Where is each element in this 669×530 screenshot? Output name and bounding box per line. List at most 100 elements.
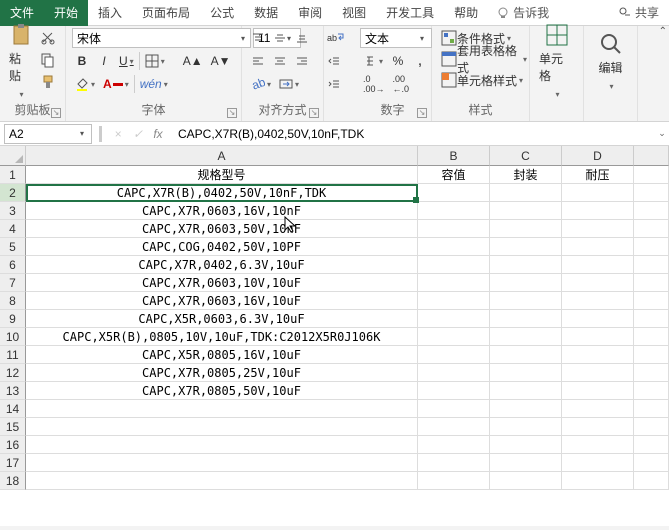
cell-blank-8[interactable] bbox=[634, 292, 669, 310]
row-header-3[interactable]: 3 bbox=[0, 202, 26, 220]
number-dialog-launcher[interactable]: ↘ bbox=[417, 108, 427, 118]
align-right-button[interactable] bbox=[292, 51, 312, 71]
percent-button[interactable]: % bbox=[388, 51, 408, 71]
cell-blank-13[interactable] bbox=[634, 382, 669, 400]
cell-styles-button[interactable]: 单元格样式 bbox=[438, 70, 530, 90]
cell-blank-10[interactable] bbox=[634, 328, 669, 346]
tab-review[interactable]: 审阅 bbox=[288, 0, 332, 26]
orientation-button[interactable]: ab bbox=[248, 74, 274, 94]
cell-C7[interactable] bbox=[490, 274, 562, 292]
name-box-input[interactable] bbox=[5, 127, 75, 141]
merge-button[interactable] bbox=[276, 74, 302, 94]
cell-B13[interactable] bbox=[418, 382, 490, 400]
cell-A12[interactable]: CAPC,X7R,0805,25V,10uF bbox=[26, 364, 418, 382]
format-as-table-button[interactable]: 套用表格格式 bbox=[438, 49, 530, 69]
alignment-dialog-launcher[interactable]: ↘ bbox=[309, 108, 319, 118]
cell-B3[interactable] bbox=[418, 202, 490, 220]
align-left-button[interactable] bbox=[248, 51, 268, 71]
cell-D15[interactable] bbox=[562, 418, 634, 436]
cell-D1[interactable]: 耐压 bbox=[562, 166, 634, 184]
row-header-12[interactable]: 12 bbox=[0, 364, 26, 382]
cell-D7[interactable] bbox=[562, 274, 634, 292]
format-painter-button[interactable] bbox=[37, 72, 59, 92]
align-top-button[interactable] bbox=[248, 28, 268, 48]
border-button[interactable] bbox=[142, 51, 168, 71]
cell-C8[interactable] bbox=[490, 292, 562, 310]
enter-formula-button[interactable]: ✓ bbox=[128, 127, 148, 141]
cancel-formula-button[interactable]: × bbox=[108, 127, 128, 141]
cell-D10[interactable] bbox=[562, 328, 634, 346]
cells-menu-button[interactable]: 单元格 bbox=[536, 28, 577, 94]
increase-font-button[interactable]: A▲ bbox=[180, 51, 206, 71]
row-header-11[interactable]: 11 bbox=[0, 346, 26, 364]
cell-blank-1[interactable] bbox=[634, 166, 669, 184]
name-box[interactable]: ▾ bbox=[4, 124, 92, 144]
phonetic-button[interactable]: wén bbox=[137, 74, 171, 94]
cell-A9[interactable]: CAPC,X5R,0603,6.3V,10uF bbox=[26, 310, 418, 328]
indent-increase-button[interactable] bbox=[324, 74, 344, 94]
cell-C14[interactable] bbox=[490, 400, 562, 418]
cell-D14[interactable] bbox=[562, 400, 634, 418]
tab-formulas[interactable]: 公式 bbox=[200, 0, 244, 26]
cell-B15[interactable] bbox=[418, 418, 490, 436]
row-header-6[interactable]: 6 bbox=[0, 256, 26, 274]
cell-D6[interactable] bbox=[562, 256, 634, 274]
insert-function-button[interactable]: fx bbox=[148, 127, 168, 141]
cell-B1[interactable]: 容值 bbox=[418, 166, 490, 184]
cell-A1[interactable]: 规格型号 bbox=[26, 166, 418, 184]
column-header-D[interactable]: D bbox=[562, 146, 634, 166]
editing-menu-button[interactable]: 编辑 bbox=[590, 28, 631, 94]
cell-B8[interactable] bbox=[418, 292, 490, 310]
align-bottom-button[interactable] bbox=[292, 28, 312, 48]
cell-blank-4[interactable] bbox=[634, 220, 669, 238]
font-name-input[interactable] bbox=[73, 29, 236, 47]
cell-A5[interactable]: CAPC,COG,0402,50V,10PF bbox=[26, 238, 418, 256]
cell-A2[interactable]: CAPC,X7R(B),0402,50V,10nF,TDK bbox=[26, 184, 418, 202]
row-header-7[interactable]: 7 bbox=[0, 274, 26, 292]
cell-A11[interactable]: CAPC,X5R,0805,16V,10uF bbox=[26, 346, 418, 364]
cell-D9[interactable] bbox=[562, 310, 634, 328]
column-header-A[interactable]: A bbox=[26, 146, 418, 166]
tab-home[interactable]: 开始 bbox=[44, 0, 88, 26]
cell-B9[interactable] bbox=[418, 310, 490, 328]
cell-C12[interactable] bbox=[490, 364, 562, 382]
clipboard-dialog-launcher[interactable]: ↘ bbox=[51, 108, 61, 118]
row-header-2[interactable]: 2 bbox=[0, 184, 26, 202]
cell-B4[interactable] bbox=[418, 220, 490, 238]
cell-D16[interactable] bbox=[562, 436, 634, 454]
chevron-down-icon[interactable]: ▾ bbox=[415, 34, 429, 43]
cell-C3[interactable] bbox=[490, 202, 562, 220]
cell-B17[interactable] bbox=[418, 454, 490, 472]
cell-blank-7[interactable] bbox=[634, 274, 669, 292]
tab-data[interactable]: 数据 bbox=[244, 0, 288, 26]
cell-blank-5[interactable] bbox=[634, 238, 669, 256]
cell-C4[interactable] bbox=[490, 220, 562, 238]
cell-C16[interactable] bbox=[490, 436, 562, 454]
underline-button[interactable]: U bbox=[116, 51, 137, 71]
cell-D12[interactable] bbox=[562, 364, 634, 382]
column-header-B[interactable]: B bbox=[418, 146, 490, 166]
cell-B14[interactable] bbox=[418, 400, 490, 418]
cell-A6[interactable]: CAPC,X7R,0402,6.3V,10uF bbox=[26, 256, 418, 274]
row-header-4[interactable]: 4 bbox=[0, 220, 26, 238]
cell-D5[interactable] bbox=[562, 238, 634, 256]
cell-B18[interactable] bbox=[418, 472, 490, 490]
cell-A18[interactable] bbox=[26, 472, 418, 490]
share-button[interactable]: 共享 bbox=[608, 4, 669, 21]
bold-button[interactable]: B bbox=[72, 51, 92, 71]
row-header-17[interactable]: 17 bbox=[0, 454, 26, 472]
select-all-button[interactable] bbox=[0, 146, 26, 166]
cell-C11[interactable] bbox=[490, 346, 562, 364]
tab-developer[interactable]: 开发工具 bbox=[376, 0, 444, 26]
row-header-14[interactable]: 14 bbox=[0, 400, 26, 418]
cell-C17[interactable] bbox=[490, 454, 562, 472]
cell-D17[interactable] bbox=[562, 454, 634, 472]
cell-B10[interactable] bbox=[418, 328, 490, 346]
indent-decrease-button[interactable] bbox=[324, 51, 344, 71]
tab-insert[interactable]: 插入 bbox=[88, 0, 132, 26]
cell-blank-17[interactable] bbox=[634, 454, 669, 472]
wrap-text-button[interactable]: ab bbox=[324, 28, 348, 48]
tab-view[interactable]: 视图 bbox=[332, 0, 376, 26]
align-middle-button[interactable] bbox=[270, 28, 290, 48]
accounting-format-button[interactable] bbox=[360, 51, 386, 71]
